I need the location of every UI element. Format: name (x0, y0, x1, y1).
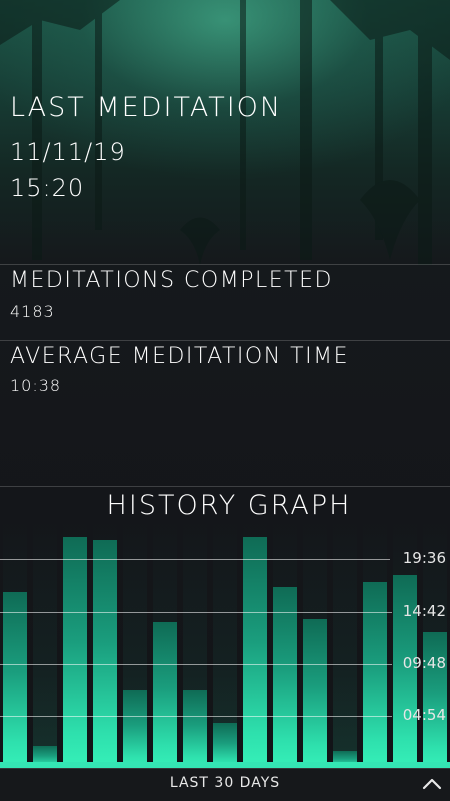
history-bar-chart[interactable]: 19:36 14:42 09:48 04:54 (0, 520, 450, 768)
last-meditation-time: 15:20 (10, 174, 85, 202)
average-time-value: 10:38 (10, 376, 62, 395)
y-tick-label: 14:42 (402, 601, 446, 620)
y-tick-label: 09:48 (402, 653, 446, 672)
chart-bar[interactable] (423, 631, 447, 768)
chart-bar[interactable] (3, 592, 27, 768)
chart-gridline (0, 559, 390, 561)
range-selector-bar[interactable]: LAST 30 DAYS (0, 768, 450, 801)
divider (0, 264, 450, 265)
divider (0, 340, 450, 341)
chart-gridline (0, 715, 392, 717)
chart-gridline (0, 663, 392, 665)
chevron-up-icon[interactable] (420, 773, 444, 795)
y-tick-label: 19:36 (402, 549, 446, 568)
y-tick-label: 04:54 (402, 705, 446, 724)
bar-background (33, 520, 57, 768)
chart-bar[interactable] (183, 690, 207, 768)
history-graph-title: HISTORY GRAPH (106, 490, 352, 521)
forest-illustration (0, 0, 450, 265)
range-label[interactable]: LAST 30 DAYS (0, 775, 450, 791)
chart-bar[interactable] (363, 581, 387, 768)
last-meditation-title: LAST MEDITATION (10, 92, 283, 123)
chart-bar[interactable] (153, 622, 177, 768)
average-time-title: AVERAGE MEDITATION TIME (10, 344, 349, 369)
divider (0, 486, 450, 487)
chart-bar[interactable] (123, 690, 147, 768)
bar-background (333, 520, 357, 768)
meditations-completed-value: 4183 (10, 302, 55, 321)
chart-bar[interactable] (303, 619, 327, 768)
chart-bar[interactable] (243, 537, 267, 768)
chart-bar[interactable] (93, 540, 117, 768)
chart-bar[interactable] (273, 587, 297, 768)
chart-gridline (0, 611, 392, 613)
chart-bar[interactable] (63, 537, 87, 768)
meditations-completed-title: MEDITATIONS COMPLETED (10, 268, 333, 293)
last-meditation-date: 11/11/19 (10, 138, 126, 166)
